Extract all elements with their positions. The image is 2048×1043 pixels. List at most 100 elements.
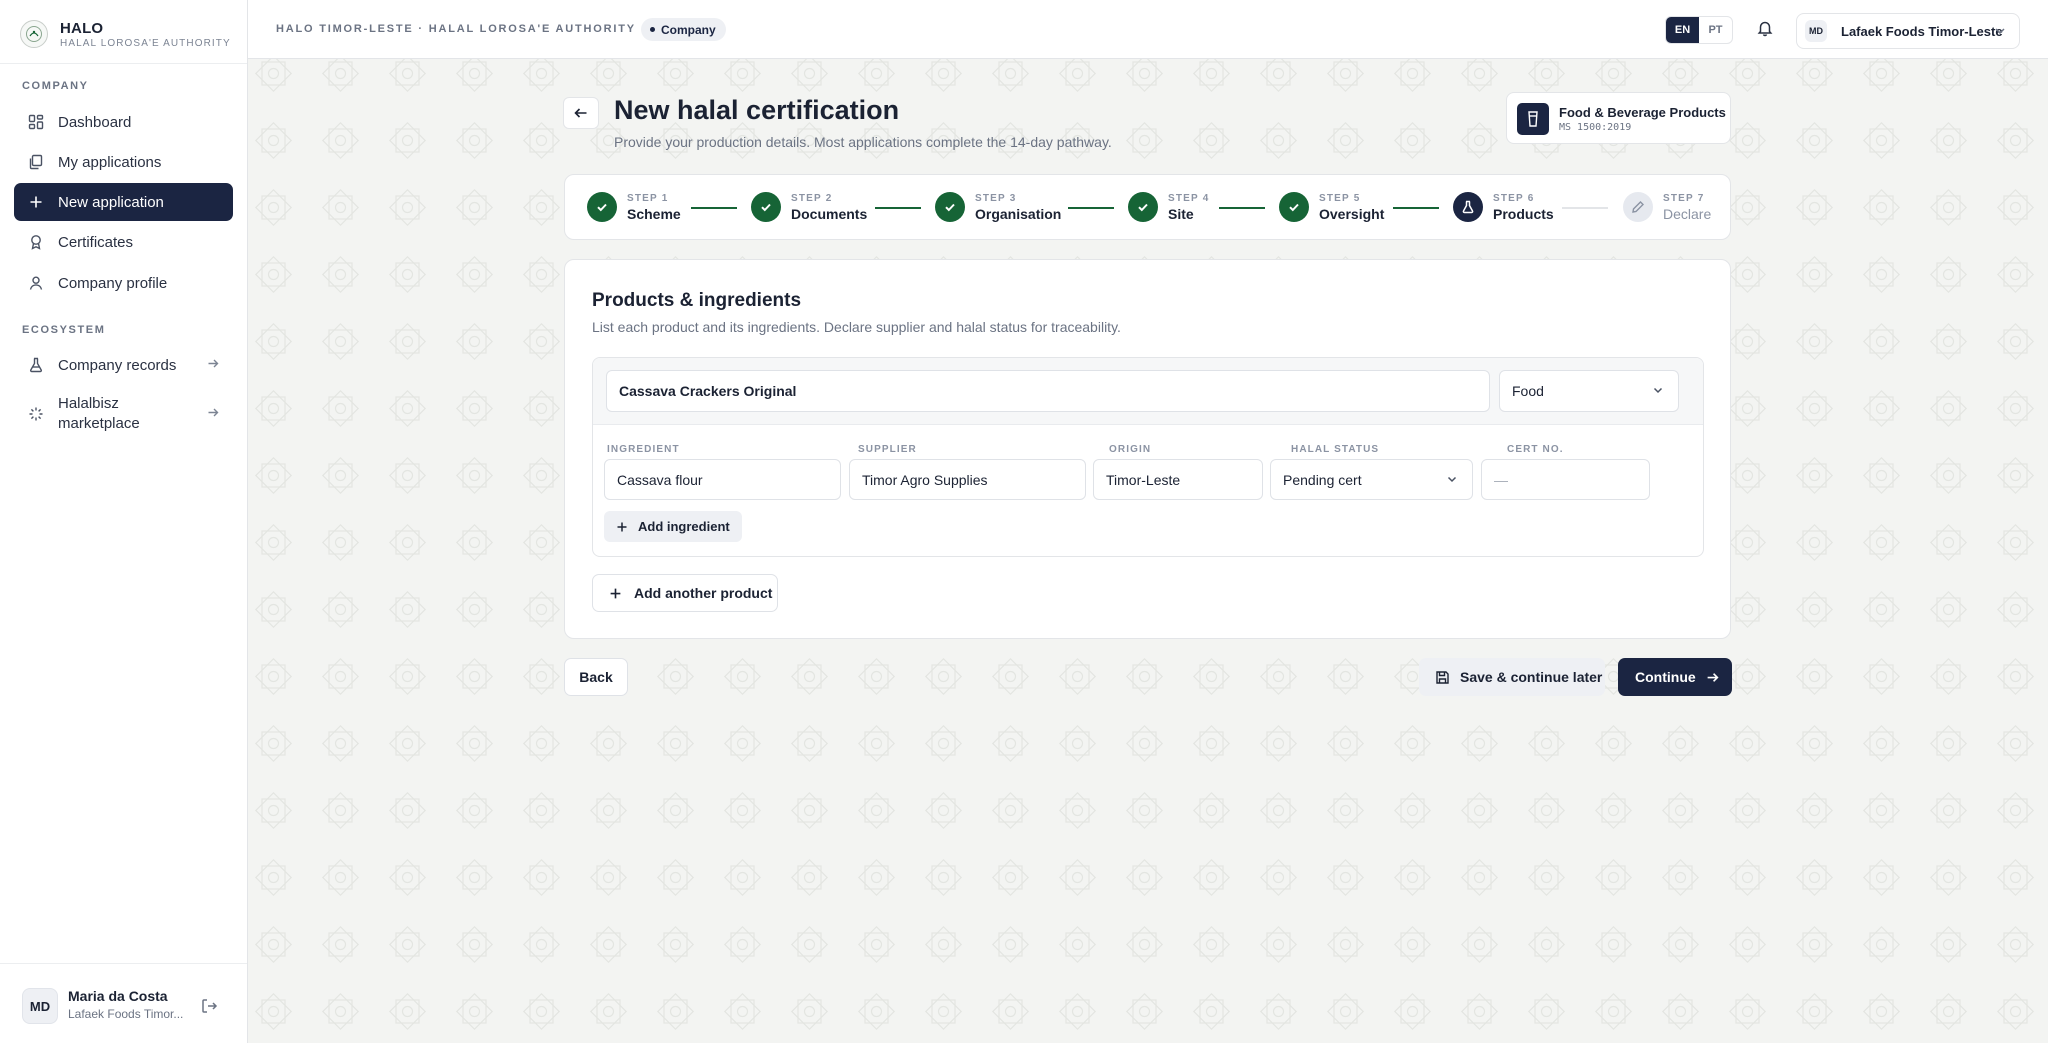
check-icon bbox=[751, 192, 781, 222]
brand-logo bbox=[20, 20, 48, 48]
step-connector bbox=[691, 207, 737, 209]
step-site[interactable]: STEP 4 Site bbox=[1128, 192, 1209, 222]
plus-icon bbox=[28, 194, 44, 210]
step-connector bbox=[1562, 207, 1608, 209]
back-arrow-button[interactable] bbox=[563, 97, 599, 129]
bell-icon[interactable] bbox=[1756, 19, 1774, 42]
sidebar-item-halalbisz-marketplace[interactable]: Halalbisz marketplace bbox=[14, 388, 233, 440]
step-products[interactable]: STEP 6 Products bbox=[1453, 192, 1554, 222]
arrow-right-icon bbox=[207, 357, 219, 374]
origin-input[interactable]: Timor-Leste bbox=[1093, 459, 1263, 500]
step-label: Site bbox=[1168, 205, 1194, 222]
pencil-icon bbox=[1623, 192, 1653, 222]
chevron-down-icon bbox=[1993, 24, 2007, 43]
back-button[interactable]: Back bbox=[564, 658, 628, 696]
sidebar-item-my-applications[interactable]: My applications bbox=[14, 143, 233, 181]
product-name-input[interactable]: Cassava Crackers Original bbox=[606, 370, 1490, 412]
copy-icon bbox=[28, 154, 44, 170]
divider bbox=[0, 63, 247, 64]
user-icon bbox=[28, 275, 44, 291]
check-icon bbox=[935, 192, 965, 222]
sidebar-item-label: Certificates bbox=[58, 233, 134, 251]
sidebar-item-company-records[interactable]: Company records bbox=[14, 346, 233, 384]
sidebar-item-label: My applications bbox=[58, 153, 162, 171]
org-name: Lafaek Foods Timor-Leste bbox=[1841, 23, 2003, 39]
ingredient-input[interactable]: Cassava flour bbox=[604, 459, 841, 500]
arrow-right-icon bbox=[207, 406, 219, 423]
step-number: STEP 7 bbox=[1663, 192, 1705, 204]
arrow-right-icon bbox=[1706, 671, 1719, 684]
step-connector bbox=[1068, 207, 1114, 209]
step-connector bbox=[1393, 207, 1439, 209]
sidebar-item-label: New application bbox=[58, 193, 164, 211]
step-label: Declare bbox=[1663, 205, 1712, 222]
sidebar: HALO HALAL LOROSA'E AUTHORITY COMPANY Da… bbox=[0, 0, 248, 1043]
lang-pt-button[interactable]: PT bbox=[1699, 17, 1732, 43]
brand-subtitle: HALAL LOROSA'E AUTHORITY bbox=[60, 37, 231, 49]
stepper: STEP 1 Scheme STEP 2 Documents STEP 3 Organ… bbox=[564, 174, 1731, 240]
sidebar-item-dashboard[interactable]: Dashboard bbox=[14, 103, 233, 141]
products-card: Products & ingredients List each product… bbox=[564, 259, 1731, 639]
halal-status-select[interactable]: Pending cert bbox=[1270, 459, 1473, 500]
top-bar: HALO TIMOR-LESTE · HALAL LOROSA'E AUTHOR… bbox=[248, 0, 2048, 59]
product-header: Cassava Crackers Original Food bbox=[593, 358, 1703, 425]
save-icon bbox=[1435, 670, 1450, 685]
halal-status-value: Pending cert bbox=[1283, 471, 1362, 488]
language-switcher: EN PT bbox=[1665, 16, 1733, 44]
step-scheme[interactable]: STEP 1 Scheme bbox=[587, 192, 681, 222]
user-org: Lafaek Foods Timor... bbox=[68, 1007, 184, 1021]
column-header-cert-no: CERT NO. bbox=[1507, 444, 1564, 455]
brand[interactable]: HALO HALAL LOROSA'E AUTHORITY bbox=[20, 18, 231, 50]
chevron-down-icon bbox=[1446, 472, 1458, 488]
step-number: STEP 3 bbox=[975, 192, 1017, 204]
check-icon bbox=[587, 192, 617, 222]
avatar[interactable]: MD bbox=[22, 988, 58, 1024]
add-product-button[interactable]: Add another product bbox=[592, 574, 778, 612]
column-header-supplier: SUPPLIER bbox=[858, 444, 917, 455]
lang-en-button[interactable]: EN bbox=[1666, 17, 1699, 43]
arrow-left-icon bbox=[574, 108, 587, 118]
organisation-switcher[interactable]: MD Lafaek Foods Timor-Leste bbox=[1796, 13, 2020, 49]
user-panel: MD Maria da Costa Lafaek Foods Timor... bbox=[0, 963, 247, 1043]
section-title: Products & ingredients bbox=[592, 290, 802, 311]
column-header-ingredient: INGREDIENT bbox=[607, 444, 680, 455]
sidebar-item-company-profile[interactable]: Company profile bbox=[14, 264, 233, 302]
sidebar-item-label: Halalbisz marketplace bbox=[58, 395, 140, 432]
add-ingredient-button[interactable]: Add ingredient bbox=[604, 511, 742, 542]
scheme-code: MS 1500:2019 bbox=[1559, 122, 1632, 133]
step-number: STEP 5 bbox=[1319, 192, 1361, 204]
dashboard-icon bbox=[28, 114, 44, 130]
cert-no-input[interactable]: — bbox=[1481, 459, 1650, 500]
section-subtitle: List each product and its ingredients. D… bbox=[592, 319, 1121, 335]
step-label: Products bbox=[1493, 205, 1554, 222]
flask-icon bbox=[28, 357, 44, 373]
flask-icon bbox=[1453, 192, 1483, 222]
column-header-halal-status: HALAL STATUS bbox=[1291, 444, 1380, 455]
sparkle-icon bbox=[28, 406, 44, 422]
save-continue-later-button[interactable]: Save & continue later bbox=[1419, 658, 1605, 696]
section-label-ecosystem: ECOSYSTEM bbox=[22, 324, 106, 336]
add-product-label: Add another product bbox=[634, 585, 773, 601]
step-label: Oversight bbox=[1319, 205, 1385, 222]
chevron-down-icon bbox=[1652, 383, 1664, 399]
plus-icon bbox=[616, 521, 628, 533]
sidebar-item-new-application[interactable]: New application bbox=[14, 183, 233, 221]
product-category-select[interactable]: Food bbox=[1499, 370, 1679, 412]
step-label: Documents bbox=[791, 205, 868, 222]
step-number: STEP 2 bbox=[791, 192, 833, 204]
step-documents[interactable]: STEP 2 Documents bbox=[751, 192, 867, 222]
award-icon bbox=[28, 234, 44, 250]
scheme-card: Food & Beverage Products MS 1500:2019 bbox=[1506, 92, 1731, 144]
breadcrumb: HALO TIMOR-LESTE · HALAL LOROSA'E AUTHOR… bbox=[276, 23, 636, 35]
supplier-input[interactable]: Timor Agro Supplies bbox=[849, 459, 1086, 500]
sidebar-item-certificates[interactable]: Certificates bbox=[14, 223, 233, 261]
user-name: Maria da Costa bbox=[68, 988, 168, 1004]
step-number: STEP 4 bbox=[1168, 192, 1210, 204]
step-declare[interactable]: STEP 7 Declare bbox=[1623, 192, 1711, 222]
section-label-company: COMPANY bbox=[22, 80, 89, 92]
step-organisation[interactable]: STEP 3 Organisation bbox=[935, 192, 1061, 222]
step-oversight[interactable]: STEP 5 Oversight bbox=[1279, 192, 1384, 222]
scheme-name: Food & Beverage Products bbox=[1559, 105, 1726, 120]
continue-button[interactable]: Continue bbox=[1618, 658, 1732, 696]
logout-icon[interactable] bbox=[200, 997, 218, 1020]
